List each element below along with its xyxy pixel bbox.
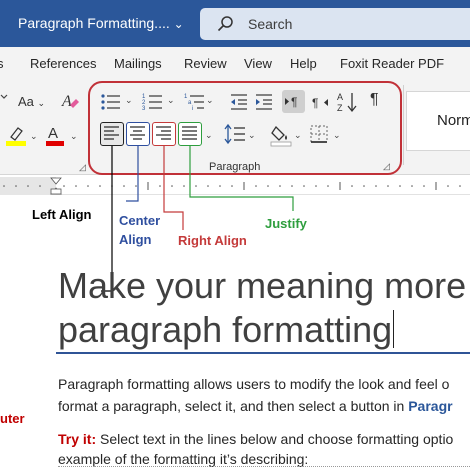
- annotation-center: Center: [119, 213, 161, 228]
- document-heading-line2[interactable]: paragraph formatting: [58, 309, 395, 351]
- document-heading-line1[interactable]: Make your meaning more vis: [58, 265, 470, 307]
- annotation-justify: Justify: [265, 216, 307, 231]
- heading-rule: [56, 352, 470, 354]
- dotted-separator: [58, 466, 470, 467]
- paragraph-1-line-1[interactable]: Paragraph formatting allows users to mod…: [58, 376, 449, 392]
- annotation-align: Align: [119, 232, 152, 247]
- try-it-line-1[interactable]: Try it: Select text in the lines below a…: [58, 431, 453, 447]
- try-it-line-2[interactable]: example of the formatting it’s describin…: [58, 451, 308, 467]
- text-cursor: [393, 310, 395, 348]
- margin-fragment-label: uter: [0, 411, 25, 426]
- annotation-right-align: Right Align: [178, 233, 247, 248]
- paragraph-group-reference: Paragr: [408, 398, 453, 414]
- word-window: Paragraph Formatting.... ⌄ Search s Refe…: [0, 0, 470, 470]
- annotation-left-align: Left Align: [32, 207, 92, 222]
- paragraph-1-line-2[interactable]: format a paragraph, select it, and then …: [58, 398, 453, 414]
- try-it-label: Try it:: [58, 431, 97, 447]
